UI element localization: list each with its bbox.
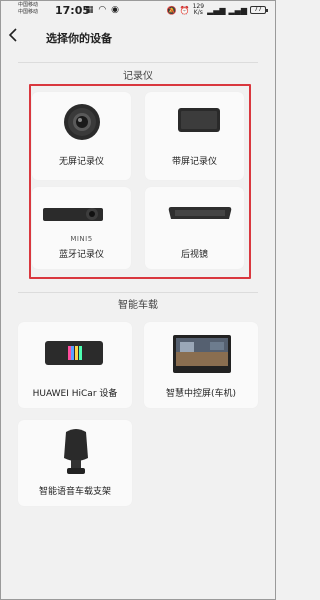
chevron-left-icon[interactable] [8, 28, 18, 46]
section-title-recorder: 记录仪 [123, 71, 153, 82]
screen-dashcam-icon [178, 108, 220, 132]
net-speed: 129 K/s [192, 3, 205, 16]
device-card-no-screen-recorder[interactable]: 无屏记录仪 [32, 92, 131, 180]
device-card-voice-mount[interactable]: 智能语音车载支架 [18, 420, 132, 506]
center-console-screen-icon [173, 335, 231, 373]
section-divider [18, 62, 258, 63]
signal-icon-1: ▂▄▆ [207, 5, 226, 15]
rearview-mirror-icon [168, 207, 232, 219]
carrier-info: 中国移动 中国移动 [18, 2, 39, 15]
device-label: 带屏记录仪 [171, 157, 217, 167]
hicar-device-icon [45, 341, 103, 365]
eye-icon: ◉ [111, 5, 120, 15]
device-label: HUAWEI HiCar 设备 [32, 389, 118, 399]
alarm-icon: ⏰ [179, 5, 190, 15]
device-card-hicar[interactable]: HUAWEI HiCar 设备 [18, 322, 132, 408]
device-card-bluetooth-recorder[interactable]: MINI5 蓝牙记录仪 [32, 187, 131, 269]
voice-car-mount-icon [64, 429, 88, 474]
page-title: 选择你的设备 [46, 32, 112, 45]
round-dashcam-icon [64, 104, 100, 140]
section-title-smart-car: 智能车载 [118, 300, 158, 311]
signal-icon-2: ▂▄▆ [228, 5, 247, 15]
device-card-rearview-mirror[interactable]: 后视镜 [145, 187, 244, 269]
battery-icon: 77 [250, 6, 268, 14]
device-label: 智慧中控屏(车机) [165, 389, 237, 399]
header: 选择你的设备 [0, 24, 276, 52]
device-model: MINI5 [70, 235, 93, 243]
device-label: 无屏记录仪 [58, 157, 104, 167]
device-label: 蓝牙记录仪 [58, 250, 104, 260]
notification-icon: ▦ [85, 5, 95, 15]
status-right-icons: 🔕 ⏰ 129 K/s ▂▄▆ ▂▄▆ 77 [166, 3, 268, 16]
section-divider [18, 292, 258, 293]
device-label: 后视镜 [180, 250, 208, 260]
device-card-screen-recorder[interactable]: 带屏记录仪 [145, 92, 244, 180]
device-card-center-console[interactable]: 智慧中控屏(车机) [144, 322, 258, 408]
status-notification-icons: ▦ ◠ ◉ [85, 5, 120, 15]
status-bar: 中国移动 中国移动 17:05 ▦ ◠ ◉ 🔕 ⏰ 129 K/s ▂▄▆ ▂▄… [0, 0, 276, 20]
device-label: 智能语音车载支架 [38, 487, 111, 497]
mute-icon: 🔕 [166, 5, 177, 15]
bluetooth-dashcam-icon [43, 208, 103, 221]
headset-icon: ◠ [98, 5, 108, 15]
